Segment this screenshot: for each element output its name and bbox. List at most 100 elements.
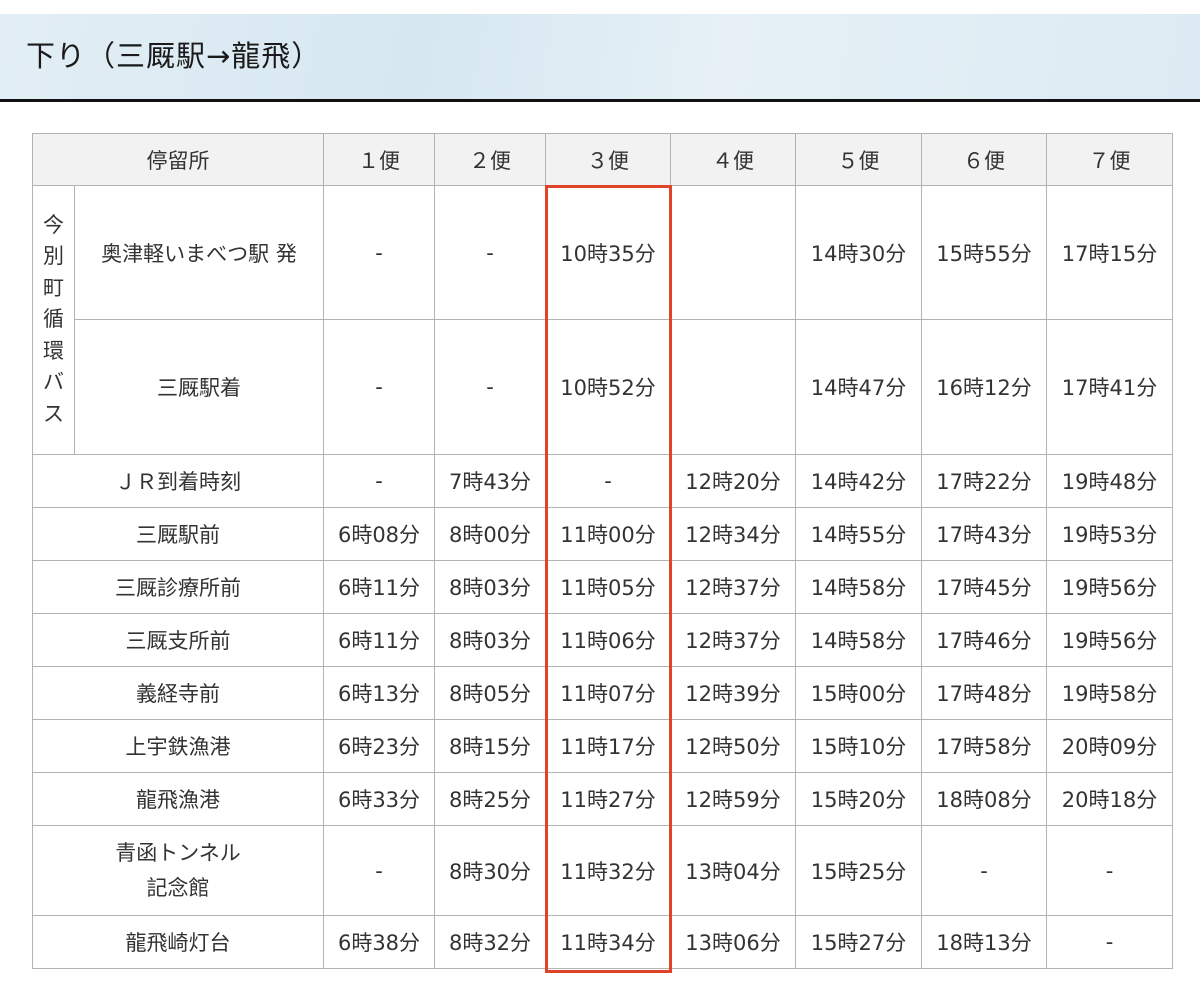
time-cell: 14時55分 bbox=[795, 507, 922, 561]
time-cell: 11時00分 bbox=[545, 507, 671, 561]
time-cell: 12時50分 bbox=[670, 719, 796, 773]
time-cell: 17時45分 bbox=[921, 560, 1047, 614]
table-header-row: 停留所 １便 ２便 ３便 ４便 ５便 ６便 ７便 bbox=[32, 133, 1173, 186]
time-cell: 15時10分 bbox=[795, 719, 922, 773]
time-cell: - bbox=[1046, 915, 1173, 969]
time-cell: 6時13分 bbox=[323, 666, 435, 720]
time-cell: 19時56分 bbox=[1046, 560, 1173, 614]
stop-name: 三厩駅前 bbox=[32, 507, 324, 561]
table-row: 青函トンネル 記念館 - 8時30分 11時32分 13時04分 15時25分 … bbox=[32, 825, 1173, 916]
time-cell: 17時48分 bbox=[921, 666, 1047, 720]
stop-name-line: 記念館 bbox=[146, 875, 210, 900]
timetable-wrapper: 停留所 １便 ２便 ３便 ４便 ５便 ６便 ７便 今 別 町 循 環 バ ス 奥… bbox=[32, 133, 1173, 969]
header-trip-1: １便 bbox=[323, 133, 435, 186]
time-cell: 11時32分 bbox=[545, 825, 671, 916]
loop-bus-label-char: ス bbox=[43, 401, 64, 426]
stop-name: 奥津軽いまべつ駅 発 bbox=[74, 185, 324, 320]
stop-name: 龍飛崎灯台 bbox=[32, 915, 324, 969]
time-cell: 8時32分 bbox=[434, 915, 546, 969]
time-cell: 17時15分 bbox=[1046, 185, 1173, 320]
time-cell: 8時03分 bbox=[434, 613, 546, 667]
time-cell: 12時37分 bbox=[670, 613, 796, 667]
table-row: 三厩駅着 - - 10時52分 14時47分 16時12分 17時41分 bbox=[33, 319, 1173, 455]
time-cell: 14時42分 bbox=[795, 454, 922, 508]
time-cell: 15時00分 bbox=[795, 666, 922, 720]
time-cell: 11時05分 bbox=[545, 560, 671, 614]
time-cell: 12時39分 bbox=[670, 666, 796, 720]
time-cell: 8時03分 bbox=[434, 560, 546, 614]
time-cell: 8時30分 bbox=[434, 825, 546, 916]
time-cell: 20時09分 bbox=[1046, 719, 1173, 773]
time-cell: 17時58分 bbox=[921, 719, 1047, 773]
time-cell: 19時48分 bbox=[1046, 454, 1173, 508]
table-row: 三厩駅前 6時08分 8時00分 11時00分 12時34分 14時55分 17… bbox=[32, 507, 1173, 561]
time-cell: - bbox=[323, 454, 435, 508]
time-cell: - bbox=[434, 319, 546, 455]
section-title: 下り（三厩駅→龍飛） bbox=[26, 39, 322, 73]
time-cell: 15時25分 bbox=[795, 825, 922, 916]
header-trip-6: ６便 bbox=[921, 133, 1047, 186]
time-cell: 14時30分 bbox=[795, 185, 922, 320]
loop-bus-label-char: 別 bbox=[43, 244, 64, 269]
header-trip-3: ３便 bbox=[545, 133, 671, 186]
time-cell: 12時37分 bbox=[670, 560, 796, 614]
time-cell: 14時58分 bbox=[795, 560, 922, 614]
time-cell: 11時17分 bbox=[545, 719, 671, 773]
time-cell: 16時12分 bbox=[921, 319, 1047, 455]
time-cell: 10時52分 bbox=[545, 319, 671, 455]
time-cell: 8時25分 bbox=[434, 772, 546, 826]
stop-name: 三厩駅着 bbox=[74, 319, 324, 455]
timetable: 停留所 １便 ２便 ３便 ４便 ５便 ６便 ７便 今 別 町 循 環 バ ス 奥… bbox=[32, 133, 1173, 969]
time-cell: 10時35分 bbox=[545, 185, 671, 320]
time-cell: 15時20分 bbox=[795, 772, 922, 826]
time-cell: 18時13分 bbox=[921, 915, 1047, 969]
header-stop: 停留所 bbox=[32, 133, 324, 186]
time-cell: 11時27分 bbox=[545, 772, 671, 826]
time-cell: - bbox=[323, 319, 435, 455]
loop-bus-label-char: バ bbox=[43, 370, 64, 395]
loop-bus-label-char: 町 bbox=[43, 275, 64, 300]
stop-name: 義経寺前 bbox=[32, 666, 324, 720]
stop-name: 三厩診療所前 bbox=[32, 560, 324, 614]
time-cell: 15時27分 bbox=[795, 915, 922, 969]
stop-name: 龍飛漁港 bbox=[32, 772, 324, 826]
time-cell: - bbox=[545, 454, 671, 508]
loop-bus-label-char: 環 bbox=[43, 338, 64, 363]
time-cell: 6時11分 bbox=[323, 560, 435, 614]
time-cell bbox=[670, 319, 796, 455]
time-cell: 12時59分 bbox=[670, 772, 796, 826]
time-cell bbox=[670, 185, 796, 320]
header-trip-2: ２便 bbox=[434, 133, 546, 186]
time-cell: 12時34分 bbox=[670, 507, 796, 561]
time-cell: 6時08分 bbox=[323, 507, 435, 561]
stop-name: 上宇鉄漁港 bbox=[32, 719, 324, 773]
table-row: 三厩支所前 6時11分 8時03分 11時06分 12時37分 14時58分 1… bbox=[32, 613, 1173, 667]
stop-name: ＪＲ到着時刻 bbox=[32, 454, 324, 508]
time-cell: 6時23分 bbox=[323, 719, 435, 773]
time-cell: 11時07分 bbox=[545, 666, 671, 720]
time-cell: - bbox=[1046, 825, 1173, 916]
time-cell: 6時38分 bbox=[323, 915, 435, 969]
table-row: 義経寺前 6時13分 8時05分 11時07分 12時39分 15時00分 17… bbox=[32, 666, 1173, 720]
time-cell: 14時58分 bbox=[795, 613, 922, 667]
time-cell: 14時47分 bbox=[795, 319, 922, 455]
time-cell: 17時46分 bbox=[921, 613, 1047, 667]
time-cell: 12時20分 bbox=[670, 454, 796, 508]
time-cell: 13時06分 bbox=[670, 915, 796, 969]
header-trip-7: ７便 bbox=[1046, 133, 1173, 186]
time-cell: 8時15分 bbox=[434, 719, 546, 773]
time-cell: 11時06分 bbox=[545, 613, 671, 667]
time-cell: 17時41分 bbox=[1046, 319, 1173, 455]
table-row: 龍飛崎灯台 6時38分 8時32分 11時34分 13時06分 15時27分 1… bbox=[32, 915, 1173, 969]
header-trip-4: ４便 bbox=[670, 133, 796, 186]
time-cell: 17時22分 bbox=[921, 454, 1047, 508]
time-cell: 11時34分 bbox=[545, 915, 671, 969]
section-heading-bar: 下り（三厩駅→龍飛） bbox=[0, 14, 1200, 102]
time-cell: 13時04分 bbox=[670, 825, 796, 916]
time-cell: 20時18分 bbox=[1046, 772, 1173, 826]
table-row: 龍飛漁港 6時33分 8時25分 11時27分 12時59分 15時20分 18… bbox=[32, 772, 1173, 826]
time-cell: 6時33分 bbox=[323, 772, 435, 826]
stop-name: 青函トンネル 記念館 bbox=[32, 825, 324, 916]
time-cell: 17時43分 bbox=[921, 507, 1047, 561]
header-trip-5: ５便 bbox=[795, 133, 922, 186]
